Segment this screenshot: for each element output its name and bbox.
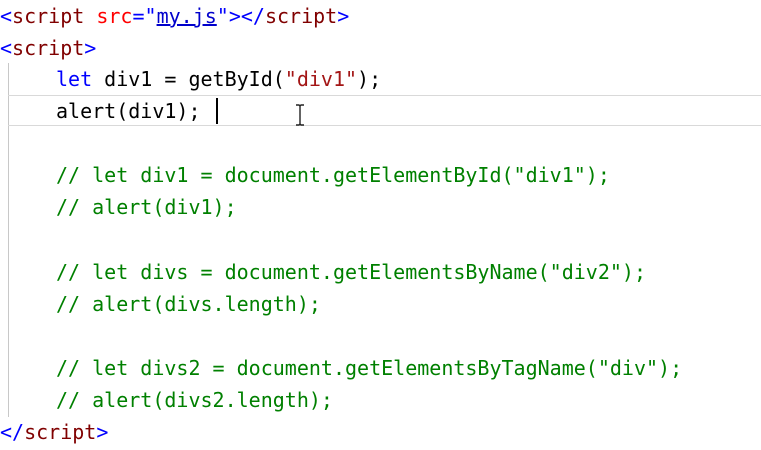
code-line-script-open[interactable]: <script> bbox=[0, 32, 96, 64]
code-line-comment-getelementsbyname[interactable]: // let divs = document.getElementsByName… bbox=[56, 256, 646, 288]
code-editor[interactable]: <script src="my.js"></script> <script> l… bbox=[0, 0, 761, 450]
code-line-comment-getelementbyid[interactable]: // let div1 = document.getElementById("d… bbox=[56, 159, 610, 191]
close-bracket: > bbox=[337, 4, 350, 28]
quote-open: " bbox=[144, 4, 157, 28]
statement-end: ); bbox=[357, 67, 382, 91]
code-line-comment-getelementsbytagname[interactable]: // let divs2 = document.getElementsByTag… bbox=[56, 352, 682, 384]
open-bracket: < bbox=[0, 4, 13, 28]
text-caret bbox=[216, 98, 218, 124]
code-line-script-close[interactable]: </script> bbox=[0, 416, 108, 448]
script-tag: script bbox=[12, 4, 85, 28]
open-bracket: </ bbox=[0, 420, 25, 444]
script-src-link[interactable]: my.js bbox=[157, 4, 217, 28]
code-line-comment-alert-div1[interactable]: // alert(div1); bbox=[56, 191, 237, 223]
close-bracket: > bbox=[84, 36, 97, 60]
open-bracket: < bbox=[0, 36, 13, 60]
code-line-alert-div1[interactable]: alert(div1); bbox=[56, 95, 201, 127]
close-bracket: > bbox=[96, 420, 109, 444]
comment-text: // let div1 = document.getElementById("d… bbox=[56, 163, 610, 187]
code-line-let-div1[interactable]: let div1 = getById("div1"); bbox=[56, 63, 381, 95]
statement-text: div1 = getById( bbox=[92, 67, 285, 91]
script-tag-close: script bbox=[264, 4, 338, 28]
comment-text: // alert(divs2.length); bbox=[56, 388, 333, 412]
code-line-comment-alert-divs[interactable]: // alert(divs.length); bbox=[56, 288, 321, 320]
comment-text: // alert(div1); bbox=[56, 195, 237, 219]
statement-text: alert(div1); bbox=[56, 99, 201, 123]
string-literal: "div1" bbox=[284, 67, 358, 91]
let-keyword: let bbox=[56, 67, 93, 91]
close-open-bracket: ></ bbox=[228, 4, 265, 28]
code-line-comment-alert-divs2[interactable]: // alert(divs2.length); bbox=[56, 384, 333, 416]
quote-close: " bbox=[216, 4, 229, 28]
equals-sign: = bbox=[132, 4, 145, 28]
comment-text: // alert(divs.length); bbox=[56, 292, 321, 316]
comment-text: // let divs = document.getElementsByName… bbox=[56, 260, 647, 284]
comment-text: // let divs2 = document.getElementsByTag… bbox=[56, 356, 683, 380]
script-tag: script bbox=[24, 420, 97, 444]
text-ibeam-icon bbox=[296, 104, 304, 126]
script-tag: script bbox=[12, 36, 85, 60]
code-line-script-src[interactable]: <script src="my.js"></script> bbox=[0, 0, 349, 32]
src-attribute: src bbox=[96, 4, 133, 28]
